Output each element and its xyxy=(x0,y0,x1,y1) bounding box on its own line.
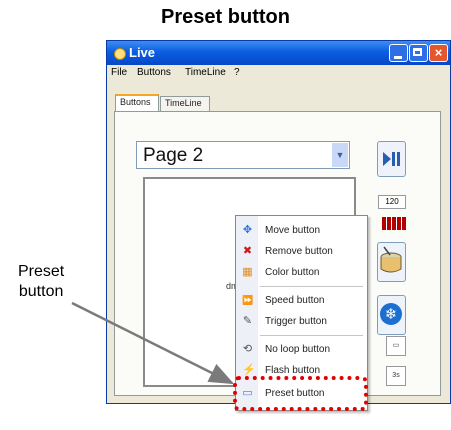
callout-arrow xyxy=(71,301,235,385)
